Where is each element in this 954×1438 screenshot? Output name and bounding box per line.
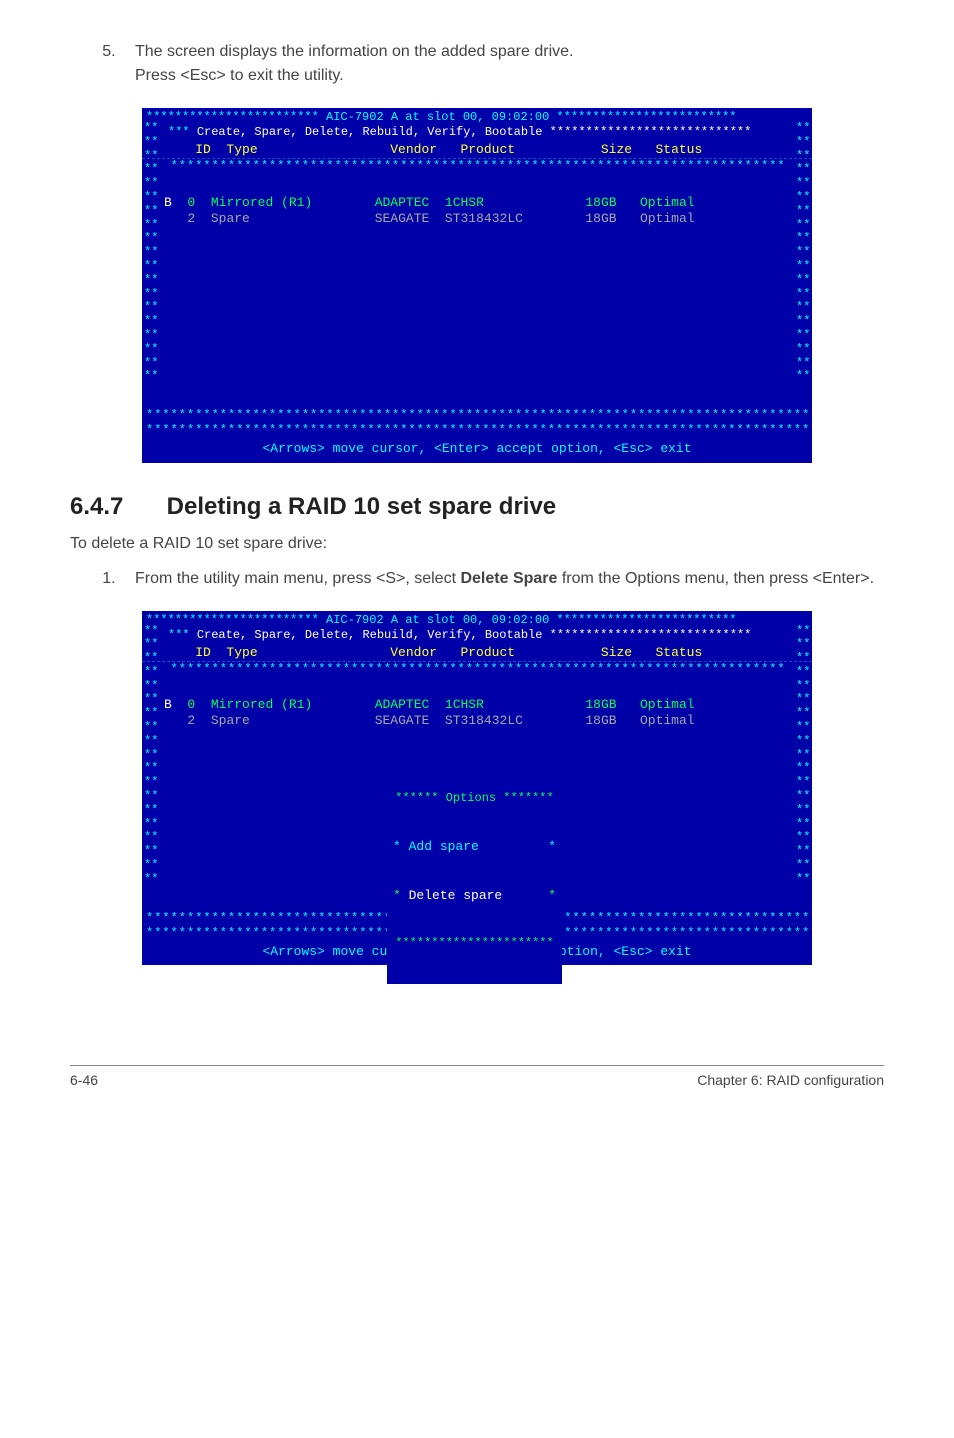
options-bottom: ********************** xyxy=(387,936,562,951)
footer-chapter: Chapter 6: RAID configuration xyxy=(697,1072,884,1088)
bios-screen-2: ************************ AIC-7902 A at s… xyxy=(142,611,812,966)
step5-line1: The screen displays the information on t… xyxy=(135,43,573,60)
section-title: Deleting a RAID 10 set spare drive xyxy=(167,493,556,520)
options-popup: ****** Options ******* * Add spare* * De… xyxy=(387,759,562,984)
screen2-header-div: ****************************************… xyxy=(142,662,812,677)
section-heading: 6.4.7 Deleting a RAID 10 set spare drive xyxy=(70,493,884,521)
screen2-body: B 0 Mirrored (R1) ADAPTEC 1CHSR 18GB Opt… xyxy=(142,677,812,911)
options-title: ****** Options ******* xyxy=(387,791,562,806)
step-1: From the utility main menu, press <S>, s… xyxy=(120,567,884,591)
step-5: The screen displays the information on t… xyxy=(120,40,884,88)
screen1-footer: <Arrows> move cursor, <Enter> accept opt… xyxy=(142,438,812,462)
options-add-spare[interactable]: * Add spare* xyxy=(387,839,562,855)
screen1-title: ************************ AIC-7902 A at s… xyxy=(142,108,812,125)
screen1-body: B 0 Mirrored (R1) ADAPTEC 1CHSR 18GB Opt… xyxy=(142,174,812,408)
screen1-menubar: *** Create, Spare, Delete, Rebuild, Veri… xyxy=(142,125,812,140)
step1-text-a: From the utility main menu, press <S>, s… xyxy=(135,570,460,587)
footer-page-num: 6-46 xyxy=(70,1072,98,1088)
step1-bold: Delete Spare xyxy=(460,570,557,587)
step5-line2: Press <Esc> to exit the utility. xyxy=(135,67,344,84)
screen1-div1: ****************************************… xyxy=(142,408,812,423)
screen1-div2: ****************************************… xyxy=(142,423,812,438)
screen1-header: ID Type Vendor Product Size Status xyxy=(142,140,812,159)
intro-text: To delete a RAID 10 set spare drive: xyxy=(70,535,884,553)
screen2-title: ************************ AIC-7902 A at s… xyxy=(142,611,812,628)
screen2-menubar: *** Create, Spare, Delete, Rebuild, Veri… xyxy=(142,628,812,643)
options-delete-spare[interactable]: * Delete spare* xyxy=(387,888,562,904)
bios-screen-1: ************************ AIC-7902 A at s… xyxy=(142,108,812,463)
section-num: 6.4.7 xyxy=(70,493,160,521)
page-footer: 6-46 Chapter 6: RAID configuration xyxy=(70,1065,884,1088)
screen2-header: ID Type Vendor Product Size Status xyxy=(142,643,812,662)
screen1-header-div: ****************************************… xyxy=(142,159,812,174)
step1-text-b: from the Options menu, then press <Enter… xyxy=(557,570,874,587)
